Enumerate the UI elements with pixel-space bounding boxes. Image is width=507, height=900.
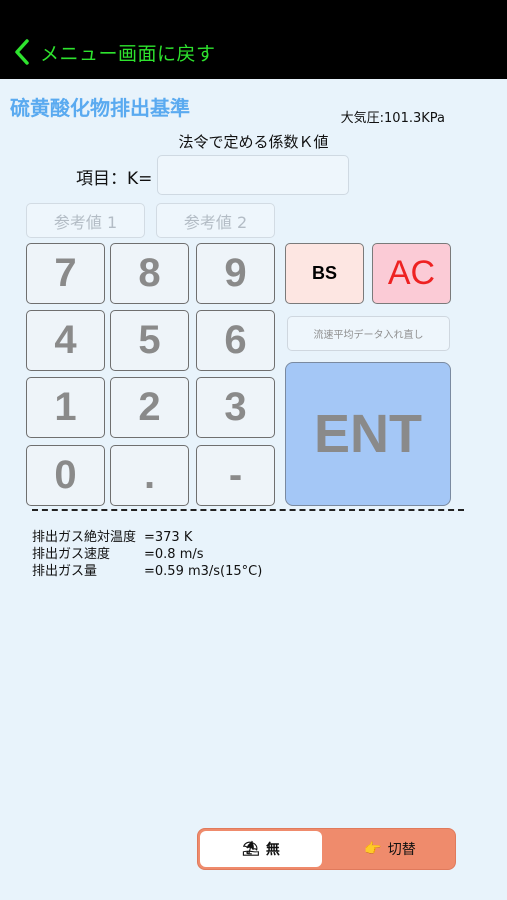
ref-value-2-button[interactable]: 参考値 2 (156, 203, 275, 238)
umbrella-icon: ⛱ (242, 841, 260, 857)
ref-value-1-button[interactable]: 参考値 1 (26, 203, 145, 238)
key-7[interactable]: 7 (26, 243, 105, 304)
toggle-switch-label: 切替 (387, 842, 416, 858)
back-label: メニュー画面に戻す (40, 42, 216, 65)
all-clear-button[interactable]: AC (372, 243, 451, 304)
back-button[interactable]: メニュー画面に戻す (12, 34, 216, 70)
key-6[interactable]: 6 (196, 310, 275, 371)
key-9[interactable]: 9 (196, 243, 275, 304)
key-5[interactable]: 5 (110, 310, 189, 371)
key-2[interactable]: 2 (110, 377, 189, 438)
key-decimal[interactable]: . (110, 445, 189, 506)
info-value: =0.59 m3/s(15°C) (144, 564, 263, 579)
key-minus[interactable]: - (196, 445, 275, 506)
toggle-none-label: 無 (265, 842, 280, 858)
key-3[interactable]: 3 (196, 377, 275, 438)
info-label: 排出ガス量 (32, 564, 98, 579)
segmented-toggle: ⛱ 無 👉 切替 (197, 828, 456, 870)
info-flow: 排出ガス量 =0.59 m3/s(15°C) (32, 560, 262, 579)
key-4[interactable]: 4 (26, 310, 105, 371)
pointing-hand-icon: 👉 (364, 841, 382, 857)
page-title: 硫黄酸化物排出基準 (10, 96, 190, 120)
reenter-flow-data-button[interactable]: 流速平均データ入れ直し (287, 316, 450, 351)
key-1[interactable]: 1 (26, 377, 105, 438)
k-label: 項目：K= (76, 169, 153, 189)
key-8[interactable]: 8 (110, 243, 189, 304)
enter-button[interactable]: ENT (285, 362, 451, 506)
backspace-button[interactable]: BS (285, 243, 364, 304)
chevron-left-icon (15, 39, 29, 65)
nav-bar: メニュー画面に戻す (0, 0, 507, 79)
pressure-label: 大気圧:101.3KPa (340, 111, 445, 126)
divider (32, 509, 464, 511)
toggle-option-none[interactable]: ⛱ 無 (200, 831, 322, 867)
toggle-option-switch[interactable]: 👉 切替 (326, 831, 454, 867)
subtitle: 法令で定める係数Ｋ値 (178, 133, 329, 151)
k-input[interactable] (157, 155, 349, 195)
key-0[interactable]: 0 (26, 445, 105, 506)
